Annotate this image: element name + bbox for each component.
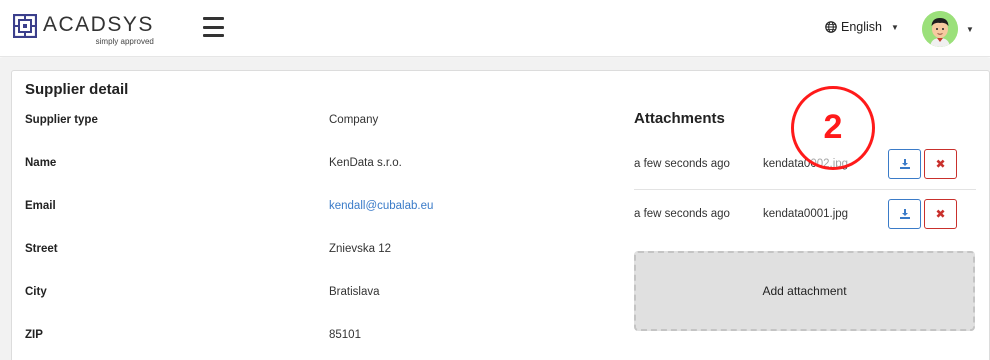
language-selector[interactable]: English ▼ [825, 20, 899, 34]
close-icon: ✖ [935, 207, 946, 221]
attachment-time: a few seconds ago [634, 208, 730, 220]
attachments-title: Attachments [634, 110, 725, 127]
top-navbar: ACADSYS simply approved English ▼ ▼ [0, 0, 990, 57]
download-button[interactable] [888, 199, 921, 229]
field-label-email: Email [25, 200, 56, 212]
logo-tagline: simply approved [95, 37, 154, 46]
attachment-row: a few seconds ago kendata0001.jpg ✖ [634, 190, 976, 240]
chevron-down-icon: ▼ [891, 22, 899, 32]
step-number: 2 [823, 107, 843, 146]
add-attachment-dropzone[interactable]: Add attachment [634, 251, 975, 331]
email-link[interactable]: kendall@cubalab.eu [329, 200, 433, 212]
field-label-name: Name [25, 157, 57, 169]
field-value-street: Znievska 12 [329, 243, 392, 255]
field-value-city: Bratislava [329, 286, 380, 298]
user-menu[interactable]: ▼ [922, 11, 974, 47]
field-label-city: City [25, 286, 47, 298]
chevron-down-icon: ▼ [966, 24, 974, 34]
language-label: English [841, 20, 882, 34]
page-title: Supplier detail [25, 81, 129, 98]
download-icon [899, 209, 910, 219]
delete-button[interactable]: ✖ [924, 149, 957, 179]
field-value-zip: 85101 [329, 329, 361, 341]
attachment-time: a few seconds ago [634, 158, 730, 170]
attachment-filename: kendata0001.jpg [763, 208, 849, 220]
add-attachment-label: Add attachment [762, 284, 847, 298]
hamburger-menu-icon[interactable] [203, 17, 224, 37]
close-icon: ✖ [935, 157, 946, 171]
download-icon [899, 159, 910, 169]
step-marker: 2 [791, 86, 875, 170]
acadsys-logo-icon [13, 14, 37, 38]
logo-name: ACADSYS [43, 13, 154, 36]
delete-button[interactable]: ✖ [924, 199, 957, 229]
globe-icon [825, 21, 837, 33]
field-label-street: Street [25, 243, 58, 255]
avatar-face-icon [922, 11, 958, 47]
acadsys-logo[interactable]: ACADSYS simply approved [13, 13, 173, 47]
field-label-supplier-type: Supplier type [25, 114, 98, 126]
field-label-zip: ZIP [25, 329, 43, 341]
field-value-name: KenData s.r.o. [329, 157, 402, 169]
download-button[interactable] [888, 149, 921, 179]
user-avatar[interactable] [922, 11, 958, 47]
field-value-supplier-type: Company [329, 114, 379, 126]
